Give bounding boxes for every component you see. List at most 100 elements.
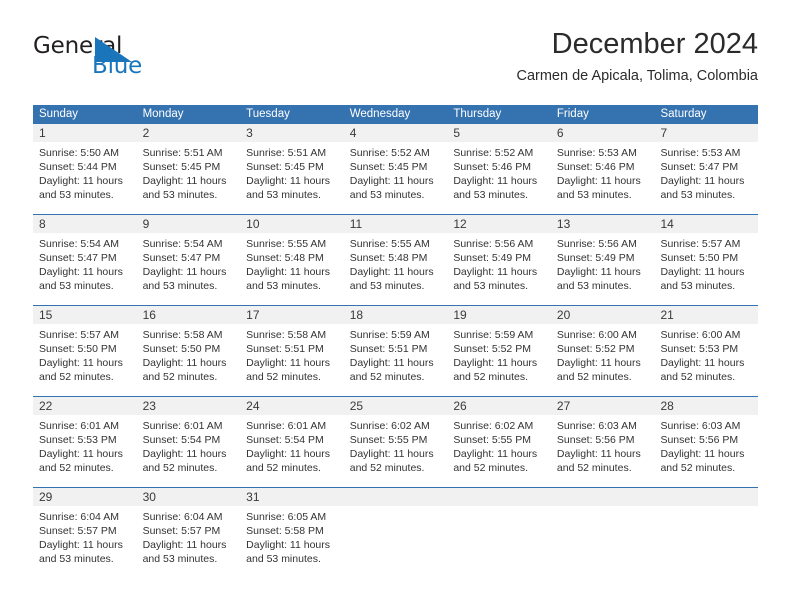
- day-number[interactable]: 21: [654, 306, 758, 324]
- day-cell[interactable]: Sunrise: 5:54 AM Sunset: 5:47 PM Daylight:…: [137, 233, 241, 305]
- daylight-text: Daylight: 11 hours: [246, 357, 331, 369]
- day-number[interactable]: 10: [240, 215, 344, 233]
- day-cell[interactable]: Sunrise: 6:05 AM Sunset: 5:58 PM Daylight:…: [240, 506, 344, 578]
- daylight-text: Daylight: 11 hours: [349, 175, 434, 187]
- day-number-row: 22 23 24 25 26 27 28: [33, 397, 758, 415]
- day-detail-row: Sunrise: 5:50 AM Sunset: 5:44 PM Daylight:…: [33, 142, 758, 214]
- sunrise-text: Sunrise: 5:55 AM: [246, 238, 327, 250]
- day-cell[interactable]: Sunrise: 5:58 AM Sunset: 5:50 PM Daylight:…: [137, 324, 241, 396]
- day-number[interactable]: 23: [137, 397, 241, 415]
- day-number[interactable]: 15: [33, 306, 137, 324]
- day-number[interactable]: 28: [654, 397, 758, 415]
- day-cell[interactable]: Sunrise: 5:59 AM Sunset: 5:52 PM Daylight:…: [447, 324, 551, 396]
- day-cell[interactable]: Sunrise: 6:01 AM Sunset: 5:54 PM Daylight:…: [240, 415, 344, 487]
- day-number[interactable]: 27: [551, 397, 655, 415]
- day-cell[interactable]: Sunrise: 5:51 AM Sunset: 5:45 PM Daylight:…: [240, 142, 344, 214]
- sunrise-text: Sunrise: 5:50 AM: [39, 147, 119, 159]
- daylight-text: and 53 minutes.: [556, 280, 632, 292]
- day-number[interactable]: 9: [137, 215, 241, 233]
- day-cell[interactable]: Sunrise: 5:55 AM Sunset: 5:48 PM Daylight:…: [344, 233, 448, 305]
- daylight-text: Daylight: 11 hours: [453, 448, 538, 460]
- day-number[interactable]: 16: [137, 306, 241, 324]
- daylight-text: Daylight: 11 hours: [453, 175, 538, 187]
- day-number[interactable]: 3: [240, 124, 344, 142]
- calendar-body: 1 2 3 4 5 6 7 Sunrise: 5:50 AM Sunset: 5:44 PM Da…: [33, 124, 758, 578]
- sunset-text: Sunset: 5:47 PM: [39, 252, 117, 264]
- day-number[interactable]: 7: [654, 124, 758, 142]
- sunrise-text: Sunrise: 6:04 AM: [142, 511, 223, 523]
- weekday-header-sunday: Sunday: [39, 108, 79, 120]
- daylight-text: and 52 minutes.: [556, 371, 632, 383]
- general-blue-logo[interactable]: General Blue: [33, 33, 183, 85]
- day-number[interactable]: 30: [137, 488, 241, 506]
- daylight-text: Daylight: 11 hours: [556, 175, 641, 187]
- day-cell[interactable]: Sunrise: 5:58 AM Sunset: 5:51 PM Daylight:…: [240, 324, 344, 396]
- sunrise-text: Sunrise: 5:58 AM: [142, 329, 223, 341]
- daylight-text: Daylight: 11 hours: [39, 266, 123, 278]
- day-number[interactable]: 11: [344, 215, 448, 233]
- day-number[interactable]: 13: [551, 215, 655, 233]
- daylight-text: Daylight: 11 hours: [660, 175, 745, 187]
- day-number[interactable]: 4: [344, 124, 448, 142]
- day-cell[interactable]: Sunrise: 5:52 AM Sunset: 5:46 PM Daylight:…: [447, 142, 551, 214]
- day-number[interactable]: 17: [240, 306, 344, 324]
- day-number[interactable]: 1: [33, 124, 137, 142]
- day-number[interactable]: 24: [240, 397, 344, 415]
- daylight-text: and 53 minutes.: [349, 189, 425, 201]
- sunset-text: Sunset: 5:48 PM: [246, 252, 324, 264]
- day-cell[interactable]: Sunrise: 6:02 AM Sunset: 5:55 PM Daylight:…: [344, 415, 448, 487]
- day-number[interactable]: 25: [344, 397, 448, 415]
- sunrise-text: Sunrise: 5:55 AM: [349, 238, 430, 250]
- day-cell[interactable]: Sunrise: 6:03 AM Sunset: 5:56 PM Daylight:…: [654, 415, 758, 487]
- day-cell[interactable]: Sunrise: 6:01 AM Sunset: 5:53 PM Daylight:…: [33, 415, 137, 487]
- day-cell[interactable]: Sunrise: 5:53 AM Sunset: 5:47 PM Daylight:…: [654, 142, 758, 214]
- day-cell[interactable]: Sunrise: 5:57 AM Sunset: 5:50 PM Daylight:…: [33, 324, 137, 396]
- day-number[interactable]: 14: [654, 215, 758, 233]
- day-cell[interactable]: Sunrise: 5:59 AM Sunset: 5:51 PM Daylight:…: [344, 324, 448, 396]
- daylight-text: Daylight: 11 hours: [349, 357, 434, 369]
- day-number[interactable]: 18: [344, 306, 448, 324]
- day-number[interactable]: 29: [33, 488, 137, 506]
- day-number[interactable]: 26: [447, 397, 551, 415]
- sunset-text: Sunset: 5:50 PM: [660, 252, 739, 264]
- day-cell[interactable]: Sunrise: 5:50 AM Sunset: 5:44 PM Daylight:…: [33, 142, 137, 214]
- day-cell[interactable]: Sunrise: 6:00 AM Sunset: 5:52 PM Daylight:…: [551, 324, 655, 396]
- day-number[interactable]: 12: [447, 215, 551, 233]
- sunrise-text: Sunrise: 5:54 AM: [39, 238, 119, 250]
- day-cell[interactable]: Sunrise: 6:04 AM Sunset: 5:57 PM Daylight:…: [33, 506, 137, 578]
- daylight-text: and 52 minutes.: [453, 371, 529, 383]
- day-cell[interactable]: Sunrise: 5:52 AM Sunset: 5:45 PM Daylight:…: [344, 142, 448, 214]
- daylight-text: and 53 minutes.: [246, 189, 321, 201]
- day-cell[interactable]: Sunrise: 6:03 AM Sunset: 5:56 PM Daylight:…: [551, 415, 655, 487]
- day-cell[interactable]: Sunrise: 6:01 AM Sunset: 5:54 PM Daylight:…: [137, 415, 241, 487]
- day-number[interactable]: 2: [137, 124, 241, 142]
- empty-day-number: [654, 488, 758, 506]
- daylight-text: and 52 minutes.: [660, 462, 736, 474]
- day-cell[interactable]: Sunrise: 6:02 AM Sunset: 5:55 PM Daylight:…: [447, 415, 551, 487]
- day-cell[interactable]: Sunrise: 6:00 AM Sunset: 5:53 PM Daylight:…: [654, 324, 758, 396]
- day-number[interactable]: 8: [33, 215, 137, 233]
- sunset-text: Sunset: 5:53 PM: [39, 434, 117, 446]
- daylight-text: Daylight: 11 hours: [39, 539, 123, 551]
- sunset-text: Sunset: 5:51 PM: [246, 343, 324, 355]
- day-number[interactable]: 20: [551, 306, 655, 324]
- sunrise-text: Sunrise: 6:05 AM: [246, 511, 327, 523]
- day-number[interactable]: 6: [551, 124, 655, 142]
- day-number[interactable]: 31: [240, 488, 344, 506]
- day-cell[interactable]: Sunrise: 5:56 AM Sunset: 5:49 PM Daylight:…: [551, 233, 655, 305]
- sunrise-text: Sunrise: 5:59 AM: [349, 329, 430, 341]
- day-number[interactable]: 22: [33, 397, 137, 415]
- day-cell[interactable]: Sunrise: 5:51 AM Sunset: 5:45 PM Daylight:…: [137, 142, 241, 214]
- day-cell[interactable]: Sunrise: 5:54 AM Sunset: 5:47 PM Daylight:…: [33, 233, 137, 305]
- day-number[interactable]: 19: [447, 306, 551, 324]
- day-cell[interactable]: Sunrise: 5:53 AM Sunset: 5:46 PM Daylight:…: [551, 142, 655, 214]
- day-cell[interactable]: Sunrise: 6:04 AM Sunset: 5:57 PM Daylight:…: [137, 506, 241, 578]
- daylight-text: Daylight: 11 hours: [142, 357, 227, 369]
- day-cell[interactable]: Sunrise: 5:56 AM Sunset: 5:49 PM Daylight:…: [447, 233, 551, 305]
- daylight-text: Daylight: 11 hours: [39, 448, 123, 460]
- day-number[interactable]: 5: [447, 124, 551, 142]
- empty-day-number: [447, 488, 551, 506]
- day-detail-row: Sunrise: 5:54 AM Sunset: 5:47 PM Daylight:…: [33, 233, 758, 305]
- day-cell[interactable]: Sunrise: 5:55 AM Sunset: 5:48 PM Daylight:…: [240, 233, 344, 305]
- day-cell[interactable]: Sunrise: 5:57 AM Sunset: 5:50 PM Daylight:…: [654, 233, 758, 305]
